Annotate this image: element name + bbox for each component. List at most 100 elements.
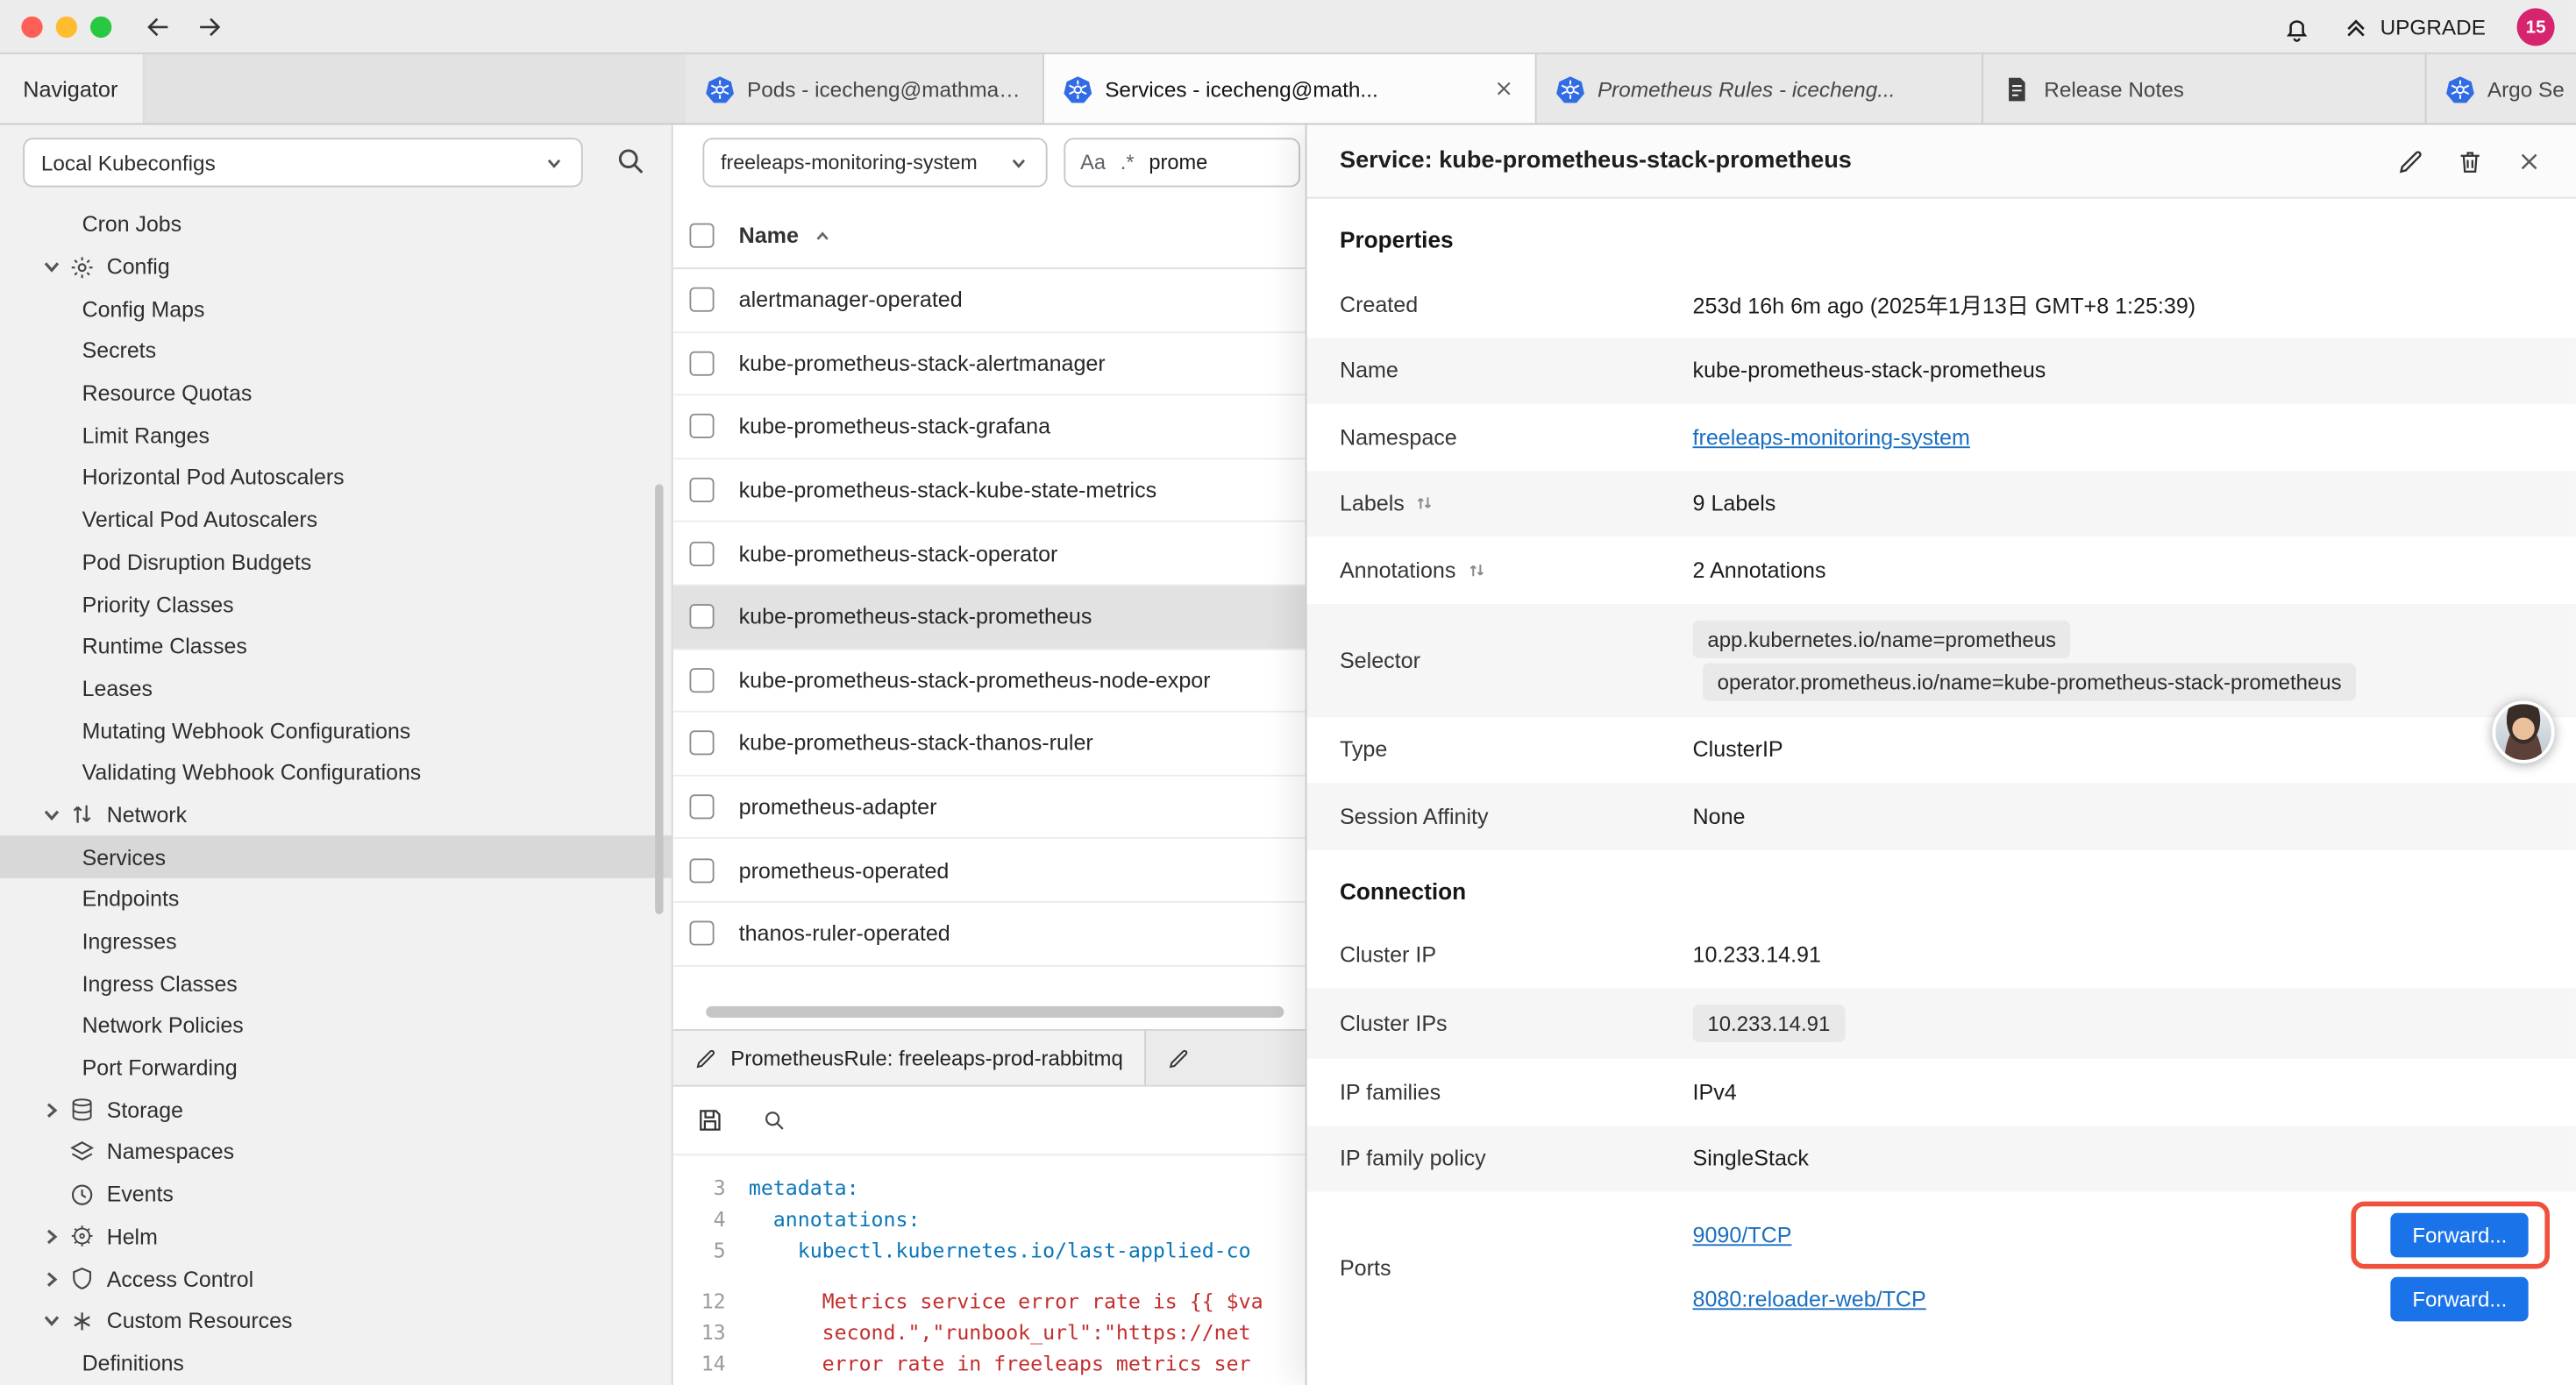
window-maximize-button[interactable] (90, 17, 111, 38)
namespace-link[interactable]: freeleaps-monitoring-system (1693, 425, 1970, 450)
tab-release-notes[interactable]: Release Notes (1983, 54, 2427, 124)
sidebar-item-network[interactable]: Network (0, 794, 672, 836)
service-row-alertmanager-operated[interactable]: alertmanager-operated (673, 269, 1306, 332)
sidebar-item-config-maps[interactable]: Config Maps (0, 288, 672, 330)
service-row-kube-prometheus-stack-grafana[interactable]: kube-prometheus-stack-grafana (673, 396, 1306, 459)
sidebar-item-limit-ranges[interactable]: Limit Ranges (0, 415, 672, 457)
service-row-kube-prometheus-stack-operator[interactable]: kube-prometheus-stack-operator (673, 522, 1306, 586)
sidebar-item-vertical-pod-autoscalers[interactable]: Vertical Pod Autoscalers (0, 499, 672, 541)
row-checkbox[interactable] (689, 288, 714, 312)
sidebar-item-cron-jobs[interactable]: Cron Jobs (0, 203, 672, 245)
service-row-kube-prometheus-stack-kube-state-metrics[interactable]: kube-prometheus-stack-kube-state-metrics (673, 459, 1306, 522)
horizontal-scrollbar-thumb[interactable] (706, 1006, 1284, 1018)
sidebar-item-horizontal-pod-autoscalers[interactable]: Horizontal Pod Autoscalers (0, 457, 672, 499)
sidebar-item-endpoints[interactable]: Endpoints (0, 878, 672, 920)
sidebar-item-access-control[interactable]: Access Control (0, 1258, 672, 1300)
sidebar-item-services[interactable]: Services (0, 836, 672, 878)
forward-button[interactable]: Forward... (2391, 1277, 2529, 1322)
forward-button[interactable]: Forward... (2391, 1213, 2529, 1258)
tab-prometheus-rules-icecheng[interactable]: Prometheus Rules - icecheng... (1537, 54, 1983, 124)
chevron-right-icon[interactable] (39, 1225, 64, 1249)
chevron-down-icon[interactable] (39, 803, 64, 827)
chevron-right-icon[interactable] (39, 1097, 64, 1122)
editor-tab-partial[interactable] (1146, 1031, 1306, 1085)
row-checkbox[interactable] (689, 668, 714, 692)
sidebar-item-priority-classes[interactable]: Priority Classes (0, 583, 672, 625)
service-row-kube-prometheus-stack-prometheus-node-expor[interactable]: kube-prometheus-stack-prometheus-node-ex… (673, 650, 1306, 713)
service-row-thanos-ruler-operated[interactable]: thanos-ruler-operated (673, 903, 1306, 966)
sidebar-item-mutating-webhook-configurations[interactable]: Mutating Webhook Configurations (0, 709, 672, 751)
editor-tab-prometheusrule[interactable]: PrometheusRule: freeleaps-prod-rabbitmq (673, 1031, 1146, 1085)
row-checkbox[interactable] (689, 858, 714, 883)
row-checkbox[interactable] (689, 731, 714, 756)
window-minimize-button[interactable] (56, 17, 77, 38)
tab-pods-icecheng-mathmas[interactable]: Pods - icecheng@mathmas... (687, 54, 1044, 124)
service-row-prometheus-adapter[interactable]: prometheus-adapter (673, 776, 1306, 839)
detail-value: IPv4 (1693, 1069, 2544, 1116)
tab-argo-se[interactable]: Argo Se (2427, 54, 2576, 124)
sidebar-scrollbar-thumb[interactable] (655, 484, 663, 914)
presence-avatar[interactable] (2492, 701, 2554, 764)
sidebar-item-resource-quotas[interactable]: Resource Quotas (0, 373, 672, 415)
sidebar-item-namespaces[interactable]: Namespaces (0, 1131, 672, 1173)
detail-label-text: Session Affinity (1340, 804, 1489, 828)
notifications-bell-icon[interactable] (2281, 12, 2311, 42)
row-checkbox[interactable] (689, 605, 714, 629)
row-checkbox[interactable] (689, 794, 714, 819)
chevron-down-icon[interactable] (39, 254, 64, 279)
save-icon[interactable] (696, 1106, 724, 1134)
sidebar-item-network-policies[interactable]: Network Policies (0, 1005, 672, 1047)
back-icon[interactable] (145, 13, 173, 41)
sidebar-item-events[interactable]: Events (0, 1173, 672, 1215)
table-search-field[interactable]: Aa .* prome (1064, 138, 1300, 187)
edit-button[interactable] (2397, 147, 2425, 175)
sidebar-item-validating-webhook-configurations[interactable]: Validating Webhook Configurations (0, 751, 672, 793)
sidebar-item-config[interactable]: Config (0, 245, 672, 288)
service-row-kube-prometheus-stack-alertmanager[interactable]: kube-prometheus-stack-alertmanager (673, 332, 1306, 395)
row-checkbox[interactable] (689, 921, 714, 946)
sidebar-item-port-forwarding[interactable]: Port Forwarding (0, 1047, 672, 1089)
sidebar-item-definitions[interactable]: Definitions (0, 1342, 672, 1384)
row-checkbox[interactable] (689, 415, 714, 439)
sidebar-item-ingresses[interactable]: Ingresses (0, 920, 672, 962)
match-case-toggle[interactable]: Aa (1080, 151, 1106, 174)
port-link[interactable]: 8080:reloader-web/TCP (1693, 1287, 1926, 1311)
editor-search-icon[interactable] (762, 1108, 786, 1133)
service-row-kube-prometheus-stack-thanos-ruler[interactable]: kube-prometheus-stack-thanos-ruler (673, 713, 1306, 776)
regex-toggle[interactable]: .* (1121, 151, 1135, 174)
upgrade-button[interactable]: UPGRADE (2343, 14, 2486, 40)
tab-services-icecheng-math[interactable]: Services - icecheng@math... (1044, 54, 1537, 124)
delete-button[interactable] (2456, 147, 2484, 175)
select-all-checkbox[interactable] (689, 224, 714, 248)
row-checkbox[interactable] (689, 541, 714, 565)
port-link[interactable]: 9090/TCP (1693, 1223, 1792, 1247)
service-row-kube-prometheus-stack-prometheus[interactable]: kube-prometheus-stack-prometheus (673, 586, 1306, 649)
tab-close-icon[interactable] (1492, 77, 1515, 100)
row-checkbox[interactable] (689, 478, 714, 502)
detail-label: Labels (1340, 491, 1693, 515)
sidebar-item-ingress-classes[interactable]: Ingress Classes (0, 962, 672, 1005)
sidebar-item-label: Config Maps (82, 296, 205, 321)
sidebar-item-helm[interactable]: Helm (0, 1216, 672, 1258)
sidebar-item-leases[interactable]: Leases (0, 667, 672, 709)
sidebar-item-runtime-classes[interactable]: Runtime Classes (0, 625, 672, 667)
kubeconfig-selector[interactable]: Local Kubeconfigs (23, 138, 583, 187)
close-details-button[interactable] (2516, 147, 2544, 175)
notification-count-badge[interactable]: 15 (2517, 8, 2555, 46)
service-row-prometheus-operated[interactable]: prometheus-operated (673, 839, 1306, 902)
row-checkbox[interactable] (689, 352, 714, 376)
detail-value: 9090/TCP Forward... 8080:reloader-web/TCP F… (1693, 1191, 2544, 1342)
chevron-right-icon[interactable] (39, 1267, 64, 1291)
sidebar-item-custom-resources[interactable]: Custom Resources (0, 1300, 672, 1342)
name-column-header[interactable]: Name (739, 224, 799, 248)
sidebar-item-pod-disruption-budgets[interactable]: Pod Disruption Budgets (0, 541, 672, 583)
yaml-editor[interactable]: 3metadata:4 annotations:5 kubectl.kubern… (673, 1155, 1306, 1385)
forward-icon[interactable] (196, 13, 224, 41)
sidebar-search-icon[interactable] (614, 145, 646, 177)
sidebar-item-storage[interactable]: Storage (0, 1089, 672, 1131)
sidebar-item-secrets[interactable]: Secrets (0, 330, 672, 372)
window-close-button[interactable] (21, 17, 42, 38)
chevron-down-icon[interactable] (39, 1309, 64, 1333)
detail-label-text: Cluster IP (1340, 942, 1436, 967)
namespace-selector[interactable]: freeleaps-monitoring-system (702, 138, 1047, 187)
